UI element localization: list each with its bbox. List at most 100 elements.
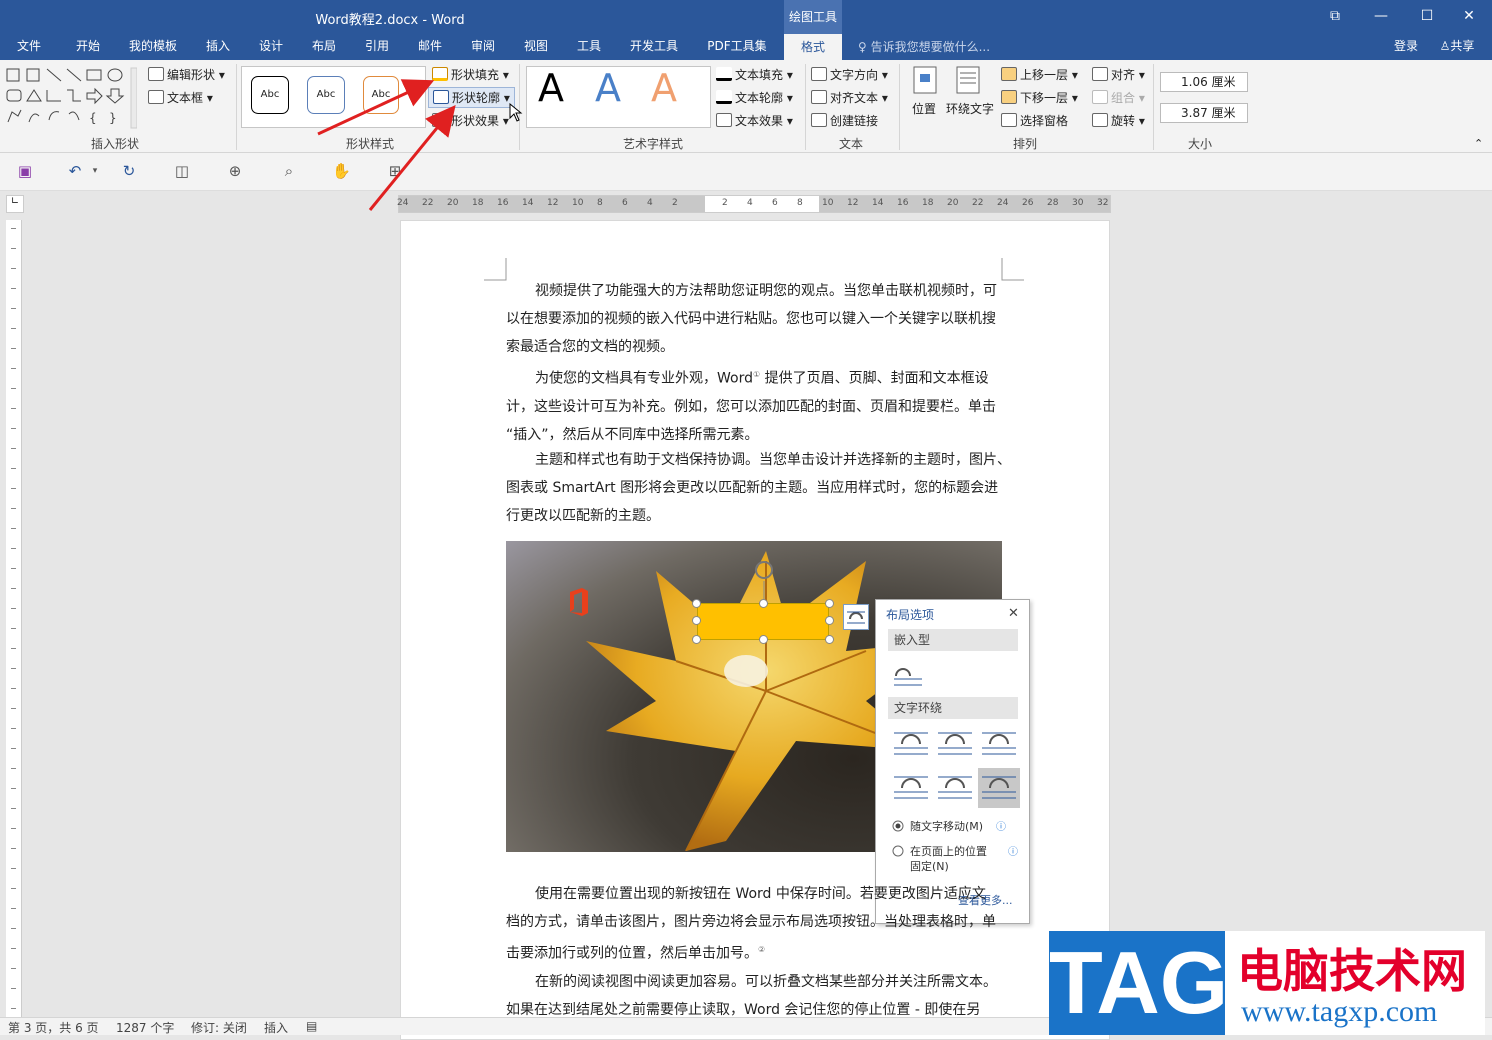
tab-review[interactable]: 审阅 xyxy=(463,34,503,60)
shape-width-input[interactable]: 3.87 厘米 xyxy=(1160,103,1248,123)
resize-handle[interactable] xyxy=(825,616,834,625)
vertical-ruler[interactable] xyxy=(6,220,22,1035)
ruler-tick-mark xyxy=(11,988,16,989)
radio-selected-icon[interactable] xyxy=(892,820,904,832)
align-text-button[interactable]: 对齐文本 ▾ xyxy=(811,89,888,106)
resize-handle[interactable] xyxy=(759,635,768,644)
tab-home[interactable]: 开始 xyxy=(66,34,110,60)
track-changes-status[interactable]: 修订: 关闭 xyxy=(191,1019,247,1036)
tab-pdf-tools[interactable]: PDF工具集 xyxy=(700,34,774,60)
resize-handle[interactable] xyxy=(825,599,834,608)
text-fill-button[interactable]: 文本填充 ▾ xyxy=(716,66,793,83)
save-icon[interactable]: ▣ xyxy=(16,163,34,179)
resize-handle[interactable] xyxy=(692,635,701,644)
resize-handle[interactable] xyxy=(692,616,701,625)
tab-layout[interactable]: 布局 xyxy=(304,34,344,60)
send-backward-button[interactable]: 下移一层 ▾ xyxy=(1001,89,1078,106)
login-link[interactable]: 登录 xyxy=(1386,34,1426,60)
fix-position-label-2: 固定(N) xyxy=(910,860,949,873)
align-button[interactable]: 对齐 ▾ xyxy=(1092,66,1145,83)
drawing-tools-context-label: 绘图工具 xyxy=(784,0,842,34)
create-link-button[interactable]: 创建链接 xyxy=(811,112,878,129)
resize-handle[interactable] xyxy=(825,635,834,644)
inline-section-header: 嵌入型 xyxy=(888,629,1018,651)
wrap-option-icon[interactable] xyxy=(934,768,976,808)
ruler-tick-label: 14 xyxy=(872,198,884,208)
radio-unselected-icon[interactable] xyxy=(892,845,904,857)
ruler-tick-label: 12 xyxy=(547,198,559,208)
undo-dropdown-icon[interactable]: ▾ xyxy=(86,163,104,179)
word-count[interactable]: 1287 个字 xyxy=(116,1019,174,1036)
tell-me-search[interactable]: ♀ 告诉我您想要做什么... xyxy=(858,38,990,55)
footnote-ref[interactable]: ② xyxy=(758,945,765,954)
wordart-style-blue[interactable]: A xyxy=(595,66,621,110)
text-group-label: 文本 xyxy=(838,137,863,151)
wrap-option-icon[interactable] xyxy=(890,768,932,808)
ruler-tick-mark xyxy=(11,648,16,649)
horizontal-ruler[interactable]: 24 22 20 18 16 14 12 10 8 6 4 2 2 4 6 8 10 12 14 16 18 20 22 24… xyxy=(397,195,1111,213)
page-count[interactable]: 第 3 页，共 6 页 xyxy=(8,1019,99,1036)
wrap-text-icon xyxy=(956,66,980,94)
wordart-style-black[interactable]: A xyxy=(538,66,564,110)
read-mode-icon[interactable]: ◫ xyxy=(173,163,191,179)
tab-format[interactable]: 格式 xyxy=(784,34,842,60)
shapes-gallery[interactable]: {} xyxy=(5,66,137,130)
tab-insert[interactable]: 插入 xyxy=(198,34,238,60)
resize-handle[interactable] xyxy=(759,599,768,608)
tab-my-templates[interactable]: 我的模板 xyxy=(124,34,182,60)
position-label: 位置 xyxy=(912,102,937,116)
tab-mailings[interactable]: 邮件 xyxy=(410,34,450,60)
share-button[interactable]: ♙共享 xyxy=(1432,34,1482,60)
ruler-tick-label: 24 xyxy=(997,198,1009,208)
ruler-tick-label: 14 xyxy=(522,198,534,208)
selection-pane-button[interactable]: 选择窗格 xyxy=(1001,112,1068,129)
group-button[interactable]: 组合 ▾ xyxy=(1092,89,1145,106)
maximize-button[interactable]: ☐ xyxy=(1404,0,1450,34)
tab-design[interactable]: 设计 xyxy=(251,34,291,60)
ruler-tick-mark xyxy=(11,948,16,949)
text-box-button[interactable]: 文本框 ▾ xyxy=(148,89,213,106)
minimize-button[interactable]: — xyxy=(1358,0,1404,34)
print-preview-icon[interactable]: ⌕ xyxy=(280,163,298,179)
arrange-group-label: 排列 xyxy=(1012,137,1037,151)
tab-developer[interactable]: 开发工具 xyxy=(624,34,684,60)
ruler-tick-mark xyxy=(11,228,16,229)
redo-icon[interactable]: ↻ xyxy=(120,163,138,179)
text-line: 行更改以匹配新的主题。 xyxy=(506,508,660,524)
tab-tools[interactable]: 工具 xyxy=(569,34,609,60)
text-outline-button[interactable]: 文本轮廓 ▾ xyxy=(716,89,793,106)
rotate-handle-icon[interactable] xyxy=(752,559,778,603)
shape-height-input[interactable]: 1.06 厘米 xyxy=(1160,72,1248,92)
position-button[interactable] xyxy=(910,66,940,97)
wrap-inline-icon[interactable] xyxy=(892,658,924,690)
tab-selector[interactable]: ∟ xyxy=(6,195,24,213)
rotate-button[interactable]: 旋转 ▾ xyxy=(1092,112,1145,129)
wrap-text-button[interactable] xyxy=(955,66,985,97)
bring-forward-button[interactable]: 上移一层 ▾ xyxy=(1001,66,1078,83)
undo-icon[interactable]: ↶ xyxy=(66,163,84,179)
macro-icon[interactable]: ▤ xyxy=(306,1019,317,1033)
collapse-ribbon-button[interactable]: ⌃ xyxy=(1474,137,1483,150)
tab-references[interactable]: 引用 xyxy=(357,34,397,60)
close-icon[interactable]: ✕ xyxy=(1008,606,1019,621)
close-button[interactable]: ✕ xyxy=(1446,0,1492,34)
shape-style-black[interactable]: Abc xyxy=(251,76,289,114)
text-direction-button[interactable]: 文字方向 ▾ xyxy=(811,66,888,83)
text-effects-button[interactable]: 文本效果 ▾ xyxy=(716,112,793,129)
web-layout-icon[interactable]: ⊕ xyxy=(226,163,244,179)
wordart-style-orange[interactable]: A xyxy=(651,66,677,110)
wrap-option-icon[interactable] xyxy=(934,724,976,764)
tab-view[interactable]: 视图 xyxy=(516,34,556,60)
wrap-option-icon[interactable] xyxy=(890,724,932,764)
ribbon-display-options-button[interactable]: ⧉ xyxy=(1312,0,1358,34)
wrap-option-icon[interactable] xyxy=(978,768,1020,808)
ruler-tick-mark xyxy=(11,328,16,329)
tab-file[interactable]: 文件 xyxy=(8,34,50,60)
footnote-ref[interactable]: ① xyxy=(753,370,760,379)
wrap-option-icon[interactable] xyxy=(978,724,1020,764)
insert-mode-status[interactable]: 插入 xyxy=(264,1019,288,1036)
resize-handle[interactable] xyxy=(692,599,701,608)
edit-shape-button[interactable]: 编辑形状 ▾ xyxy=(148,66,225,83)
ruler-tick-label: 26 xyxy=(1022,198,1034,208)
layout-options-button[interactable] xyxy=(843,604,869,630)
